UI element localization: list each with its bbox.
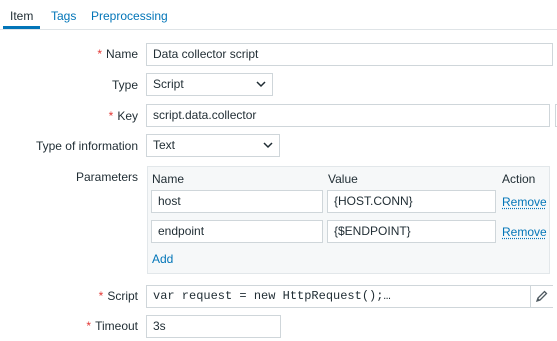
tab-item[interactable]: Item <box>10 9 33 23</box>
parameter-value-input[interactable]: {$ENDPOINT} <box>327 220 496 243</box>
tab-tags[interactable]: Tags <box>51 9 76 23</box>
script-label: * Script <box>98 289 138 303</box>
tab-preprocessing[interactable]: Preprocessing <box>91 9 168 23</box>
parameter-name-input[interactable]: endpoint <box>151 220 323 243</box>
parameter-value-input[interactable]: {HOST.CONN} <box>327 190 496 213</box>
remove-parameter-button[interactable]: Remove <box>502 195 547 209</box>
column-header-name: Name <box>152 172 185 186</box>
type-select[interactable]: Script <box>146 73 273 96</box>
key-input[interactable]: script.data.collector <box>146 104 550 127</box>
type-of-information-label: Type of information <box>35 139 138 153</box>
type-of-information-value: Text <box>153 138 176 152</box>
chevron-down-icon <box>263 142 273 149</box>
chevron-down-icon <box>256 81 266 88</box>
required-marker: * <box>108 109 114 123</box>
remove-parameter-button[interactable]: Remove <box>502 225 547 239</box>
script-value: var request = new HttpRequest();… <box>153 289 391 303</box>
required-marker: * <box>98 289 104 303</box>
key-label: * Key <box>108 109 138 123</box>
parameter-name-input[interactable]: host <box>151 190 323 213</box>
active-tab-indicator <box>3 26 40 29</box>
name-label: * Name <box>97 47 138 61</box>
required-marker: * <box>86 319 92 333</box>
column-header-value: Value <box>328 172 358 186</box>
script-edit-button[interactable] <box>530 286 553 307</box>
timeout-input[interactable]: 3s <box>146 315 281 338</box>
tab-bar: Item Tags Preprocessing <box>0 0 557 30</box>
parameters-label: Parameters <box>75 170 138 184</box>
type-label: Type <box>111 78 138 92</box>
script-input[interactable]: var request = new HttpRequest();… <box>146 285 553 308</box>
column-header-action: Action <box>502 172 536 186</box>
add-parameter-button[interactable]: Add <box>152 252 173 266</box>
pencil-icon <box>535 290 548 303</box>
type-select-value: Script <box>153 77 184 91</box>
timeout-label: * Timeout <box>86 319 138 333</box>
name-input[interactable]: Data collector script <box>146 43 553 66</box>
type-of-information-select[interactable]: Text <box>146 134 280 157</box>
required-marker: * <box>97 47 102 61</box>
